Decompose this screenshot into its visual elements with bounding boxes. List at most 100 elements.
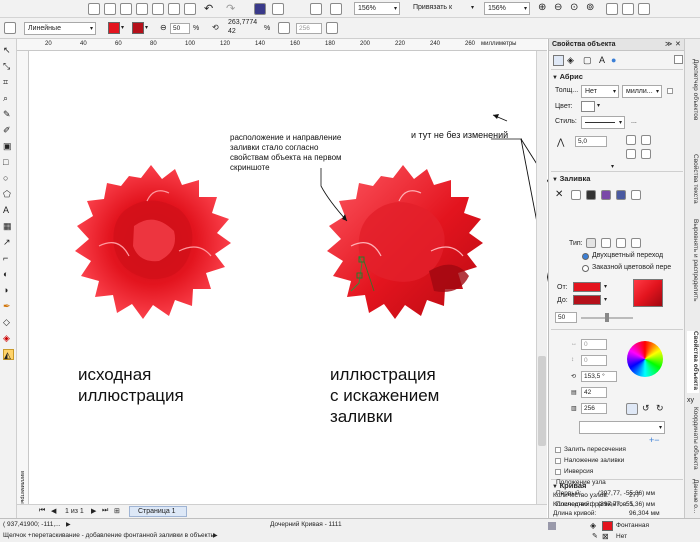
fill-type-select[interactable]: Линейные ▾ <box>24 22 96 35</box>
add-color-icon[interactable]: +− <box>649 435 660 445</box>
outline-style-select[interactable]: ▾ <box>581 116 625 129</box>
rotate-left-icon[interactable]: ↺ <box>642 403 650 414</box>
dimension-tool-icon[interactable]: ↗ <box>3 237 14 248</box>
from-color-dropdown-icon[interactable]: ▾ <box>604 283 607 290</box>
invert-checkbox[interactable] <box>555 469 561 475</box>
transparency-props-icon[interactable]: ▢ <box>583 55 592 66</box>
snap-to-dropdown[interactable]: Привязать к ▾ <box>410 2 476 15</box>
docker-tab-object-manager[interactable]: Диспетчер объектов <box>687 59 699 149</box>
zoom-height-icon[interactable] <box>638 3 650 15</box>
midpoint-input[interactable]: 50 <box>170 23 190 34</box>
conical-fountain-icon[interactable] <box>616 238 626 248</box>
next-page-icon[interactable]: ▶ <box>91 507 96 515</box>
no-fill-icon[interactable]: ✕ <box>555 189 563 200</box>
eyedropper-tool-icon[interactable]: ✒ <box>3 301 14 312</box>
midpoint-value-input[interactable]: 50 <box>555 312 577 323</box>
save-icon[interactable] <box>120 3 132 15</box>
end-color-dropdown-icon[interactable]: ▾ <box>145 24 148 31</box>
padding-field-input[interactable]: 256 <box>581 403 607 414</box>
midpoint-slider-thumb[interactable] <box>605 313 609 322</box>
outline-none-icon[interactable]: ⊠ <box>602 532 609 541</box>
scrollbar-thumb[interactable] <box>538 356 546 446</box>
drawing-canvas[interactable]: расположение и направление заливки стало… <box>29 51 536 504</box>
custom-color-radio[interactable] <box>582 265 589 272</box>
uniform-fill-icon[interactable] <box>571 190 581 200</box>
docker-tab-data[interactable]: Данные о... <box>687 479 699 513</box>
copy-fill-icon[interactable] <box>278 22 290 34</box>
open-icon[interactable] <box>104 3 116 15</box>
line-cap-icon[interactable] <box>641 135 651 145</box>
fill-section-header[interactable]: ▼ Заливка <box>552 174 680 185</box>
linear-fountain-icon[interactable] <box>586 238 596 248</box>
zoom-level-select[interactable]: 156% ▾ <box>354 2 400 15</box>
docker-tab-text-properties[interactable]: Свойства текста <box>687 154 699 214</box>
add-page-icon[interactable]: ⊞ <box>114 507 120 515</box>
paste-icon[interactable] <box>184 3 196 15</box>
first-page-icon[interactable]: ⏮ <box>39 507 45 515</box>
zoom-in-icon[interactable]: ⊕ <box>538 2 546 13</box>
outline-props-icon[interactable] <box>553 55 564 66</box>
fill-palette-select[interactable]: ▾ <box>579 421 665 434</box>
end-color-swatch[interactable] <box>132 22 144 34</box>
undo-icon[interactable]: ↶ <box>204 2 213 15</box>
zoom-out-icon[interactable]: ⊖ <box>554 2 562 13</box>
print-icon[interactable] <box>136 3 148 15</box>
miter-input[interactable]: 5,0 <box>575 136 607 147</box>
cut-icon[interactable] <box>152 3 164 15</box>
eyedropper-icon[interactable] <box>626 403 638 415</box>
zoom-page-icon[interactable] <box>606 3 618 15</box>
fountain-fill-icon[interactable] <box>586 190 596 200</box>
lock-steps-icon[interactable] <box>326 22 338 34</box>
size-width-value[interactable]: 263,7774 <box>228 19 257 26</box>
fill-props-icon[interactable]: ◈ <box>567 55 574 66</box>
zoom-selected-icon[interactable]: ⊙ <box>570 2 578 13</box>
color-proof-icon[interactable] <box>548 522 556 530</box>
page-tab[interactable]: Страница 1 <box>129 506 187 517</box>
steps-field-input[interactable]: 42 <box>581 387 607 398</box>
fill-tool-icon[interactable] <box>4 22 16 34</box>
interactive-fill-tool-icon[interactable]: ◭ <box>3 349 14 360</box>
internet-props-icon[interactable]: ● <box>611 55 616 65</box>
corner-style-icon[interactable] <box>626 135 636 145</box>
panel-arrows-icon[interactable]: ≫ <box>665 40 672 48</box>
rectangle-tool-icon[interactable]: □ <box>3 157 14 168</box>
to-color-dropdown-icon[interactable]: ▾ <box>604 296 607 303</box>
vertical-scrollbar[interactable] <box>536 51 547 504</box>
artistic-media-icon[interactable]: ✐ <box>3 125 14 136</box>
outline-tool-icon[interactable]: ◇ <box>3 317 14 328</box>
new-document-icon[interactable] <box>88 3 100 15</box>
polygon-tool-icon[interactable]: ⬠ <box>3 189 14 200</box>
fill-tool-icon-2[interactable]: ◈ <box>3 333 14 344</box>
connector-tool-icon[interactable]: ⌐ <box>3 253 14 264</box>
steps-input[interactable]: 256 <box>296 23 322 34</box>
color-wheel[interactable] <box>627 341 663 377</box>
transparency-tool-icon[interactable]: ◑ <box>3 285 14 296</box>
x-offset-input[interactable]: 0 <box>581 339 607 350</box>
table-tool-icon[interactable]: ▦ <box>3 221 14 232</box>
docker-tab-object-properties[interactable]: Свойства объекта <box>687 331 699 393</box>
zoom-level-select-2[interactable]: 156% ▾ <box>484 2 530 15</box>
prev-page-icon[interactable]: ◀ <box>51 507 56 515</box>
radial-fountain-icon[interactable] <box>601 238 611 248</box>
position-icon-2[interactable] <box>641 149 651 159</box>
outline-color-swatch[interactable] <box>581 101 595 112</box>
copy-icon[interactable] <box>168 3 180 15</box>
to-color-swatch[interactable] <box>573 295 601 305</box>
text-props-icon[interactable]: A <box>599 55 605 65</box>
outline-expand-icon[interactable]: ▾ <box>611 163 614 170</box>
two-color-radio[interactable] <box>582 253 589 260</box>
smart-fill-icon[interactable]: ▣ <box>3 141 14 152</box>
outline-width-select[interactable]: Нет ▾ <box>581 85 619 98</box>
fill-status-swatch[interactable] <box>602 521 613 531</box>
crop-tool-icon[interactable]: ⌗ <box>3 77 14 88</box>
last-page-icon[interactable]: ⏭ <box>102 507 108 515</box>
angle-input[interactable]: 153,5 ° <box>581 371 617 382</box>
overprint-outline-checkbox[interactable] <box>555 458 561 464</box>
postscript-fill-icon[interactable] <box>631 190 641 200</box>
outline-section-header[interactable]: ▼ Абрис <box>552 72 680 83</box>
outline-color-dropdown-icon[interactable]: ▾ <box>597 102 600 109</box>
pick-tool-icon[interactable]: ↖ <box>3 45 14 56</box>
welcome-screen-icon[interactable] <box>330 3 342 15</box>
overprint-fill-checkbox[interactable] <box>555 447 561 453</box>
outline-style-more[interactable]: ... <box>631 118 637 125</box>
